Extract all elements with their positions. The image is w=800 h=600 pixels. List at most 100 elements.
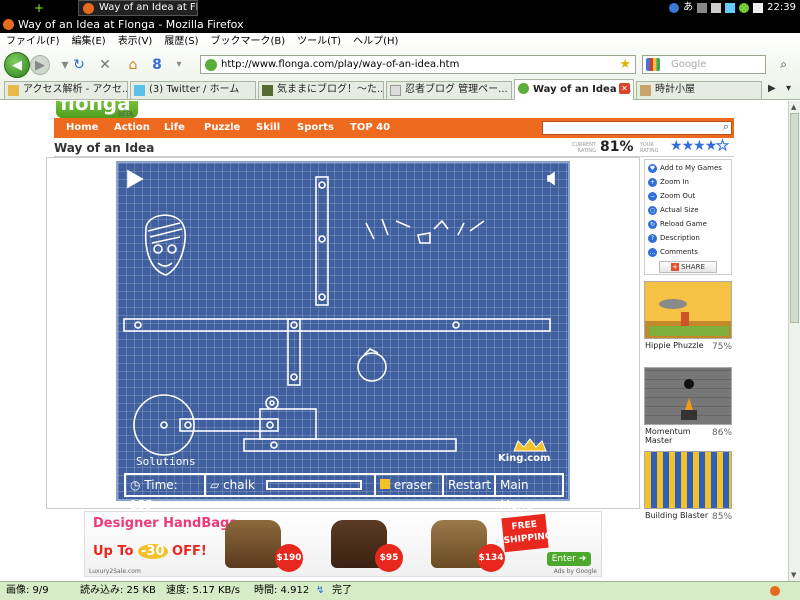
comments-link[interactable]: … Comments <box>648 246 698 258</box>
zoom-in-link[interactable]: + Zoom In <box>648 176 689 188</box>
actual-size-link[interactable]: ○ Actual Size <box>648 204 699 216</box>
related-game-name[interactable]: Momentum Master <box>645 427 715 445</box>
close-tab-icon[interactable]: ✕ <box>619 83 630 94</box>
tab-clock[interactable]: 時計小屋 <box>636 81 762 99</box>
description-link[interactable]: ? Description <box>648 232 700 244</box>
nav-home[interactable]: Home <box>66 118 98 138</box>
url-bar[interactable]: http://www.flonga.com/play/way-of-an-ide… <box>200 55 636 74</box>
king-brand[interactable]: King.com <box>498 453 550 464</box>
action-label: Zoom Out <box>660 192 696 200</box>
tab-list-icon[interactable]: ▾ <box>786 83 791 94</box>
nav-action[interactable]: Action <box>114 118 150 138</box>
nav-sports[interactable]: Sports <box>297 118 334 138</box>
back-button[interactable]: ◀ <box>4 52 30 78</box>
related-game-thumb-momentum-master[interactable] <box>644 367 732 425</box>
new-desktop-button[interactable]: + <box>34 0 44 16</box>
tab-way-of-an-idea[interactable]: Way of an Idea ... ✕ <box>514 79 634 100</box>
menu-edit[interactable]: 編集(E) <box>66 33 112 51</box>
tab-ninja-blog[interactable]: 忍者ブログ 管理ペー... <box>386 81 512 99</box>
search-placeholder: Google <box>671 59 707 70</box>
info-icon[interactable] <box>711 3 722 13</box>
nav-life[interactable]: Life <box>164 118 185 138</box>
menu-help[interactable]: ヘルプ(H) <box>347 33 404 51</box>
taskbar-task-firefox[interactable]: Way of an Idea at Flo... <box>78 0 198 16</box>
star-icon[interactable]: ★ <box>705 138 718 154</box>
star-empty-icon[interactable]: ★ <box>716 138 729 155</box>
related-game-thumb-hippie-phuzzle[interactable] <box>644 281 732 339</box>
vertical-beam-mid <box>287 318 301 386</box>
restart-button[interactable]: Restart <box>444 475 496 495</box>
tab-access-analysis[interactable]: アクセス解析 - アクセ... <box>4 81 128 99</box>
tab-blog[interactable]: 気ままにブログ！〜た... <box>258 81 384 99</box>
ime-icon[interactable] <box>669 3 680 13</box>
browser-chrome: ファイル(F) 編集(E) 表示(V) 履歴(S) ブックマーク(B) ツール(… <box>0 33 800 100</box>
menu-view[interactable]: 表示(V) <box>112 33 159 51</box>
forward-button[interactable]: ▶ <box>30 55 50 75</box>
zoom-out-link[interactable]: − Zoom Out <box>648 190 695 202</box>
search-icon[interactable]: ⌕ <box>723 120 729 134</box>
related-game-name[interactable]: Hippie Phuzzle <box>645 341 715 350</box>
volume-icon[interactable] <box>753 3 764 13</box>
main-menu-button[interactable]: Main Menu <box>496 475 562 512</box>
nav-skill[interactable]: Skill <box>256 118 280 138</box>
search-box[interactable]: Google ⌕ <box>642 55 787 74</box>
eraser-tool[interactable]: eraser <box>376 475 444 495</box>
tab-twitter[interactable]: (3) Twitter / ホーム <box>130 81 256 99</box>
site-identity-icon[interactable] <box>205 59 217 71</box>
reload-game-link[interactable]: ↻ Reload Game <box>648 218 707 230</box>
star-icon[interactable]: ★ <box>693 138 706 154</box>
firefox-status-icon[interactable] <box>770 586 780 596</box>
your-rating-stars[interactable]: ★★★★★ <box>670 138 729 155</box>
menu-bookmarks[interactable]: ブックマーク(B) <box>205 33 292 51</box>
bookmark-star-icon[interactable]: ★ <box>619 56 631 73</box>
site-search-input[interactable]: ⌕ <box>542 120 732 135</box>
home-icon[interactable]: ⌂ <box>124 56 142 74</box>
ad-enter-button[interactable]: Enter ➜ <box>547 552 591 566</box>
scrollbar-thumb[interactable] <box>790 113 799 323</box>
star-icon[interactable]: ★ <box>682 138 695 154</box>
menu-history[interactable]: 履歴(S) <box>158 33 204 51</box>
game-canvas[interactable]: Solutions King.com ◷ Time: 155 ▱ chalk e… <box>116 161 570 512</box>
network-icon[interactable] <box>725 3 736 13</box>
share-button[interactable]: + SHARE <box>659 261 717 273</box>
chalk-tool[interactable]: ▱ chalk <box>206 475 376 495</box>
arrow-right-icon: ➜ <box>578 554 587 564</box>
google-icon[interactable] <box>646 58 660 71</box>
tools-icon[interactable] <box>697 3 708 13</box>
status-speed: 速度: 5.17 KB/s <box>166 585 240 596</box>
enter-label: Enter <box>551 554 576 564</box>
star-icon[interactable]: ★ <box>670 138 683 154</box>
action-label: Description <box>660 234 700 242</box>
action-label: Actual Size <box>660 206 699 214</box>
price-badge: $190 <box>275 544 303 572</box>
nav-puzzle[interactable]: Puzzle <box>204 118 240 138</box>
tab-scroll-right-icon[interactable]: ▶ <box>768 83 776 94</box>
reload-icon[interactable]: ↻ <box>70 56 88 74</box>
related-game-name[interactable]: Building Blaster <box>645 511 715 520</box>
ad-headline: Designer HandBags <box>93 516 238 531</box>
vertical-scrollbar[interactable]: ▲ ▼ <box>788 101 800 581</box>
stop-icon[interactable]: ✕ <box>96 56 114 74</box>
flonga-icon <box>518 83 529 94</box>
update-icon[interactable] <box>739 3 750 13</box>
ball <box>357 352 387 382</box>
search-icon[interactable]: ⌕ <box>780 56 787 73</box>
scroll-up-icon[interactable]: ▲ <box>791 103 796 111</box>
current-rating-label: CURRENT RATING <box>571 142 596 154</box>
tab-label: アクセス解析 - アクセ... <box>23 84 128 95</box>
add-to-my-games-link[interactable]: ♥ Add to My Games <box>648 162 722 174</box>
scroll-down-icon[interactable]: ▼ <box>791 571 796 579</box>
addon-icon[interactable]: 8 <box>148 56 166 74</box>
ime-mode[interactable]: あ <box>683 0 693 16</box>
related-game-thumb-building-blaster[interactable] <box>644 451 732 509</box>
solutions-label[interactable]: Solutions <box>136 455 196 468</box>
menu-file[interactable]: ファイル(F) <box>0 33 66 51</box>
menu-tools[interactable]: ツール(T) <box>291 33 347 51</box>
block <box>259 408 317 440</box>
addon-dropdown-icon[interactable]: ▾ <box>170 56 188 74</box>
nav-top40[interactable]: TOP 40 <box>350 118 390 138</box>
ad-banner[interactable]: Designer HandBags Up To -30 OFF! $190 $9… <box>84 511 602 577</box>
your-rating-label: YOUR RATING <box>640 142 659 154</box>
share-plus-icon: + <box>671 263 680 271</box>
ads-by-google[interactable]: Ads by Google <box>554 568 597 575</box>
